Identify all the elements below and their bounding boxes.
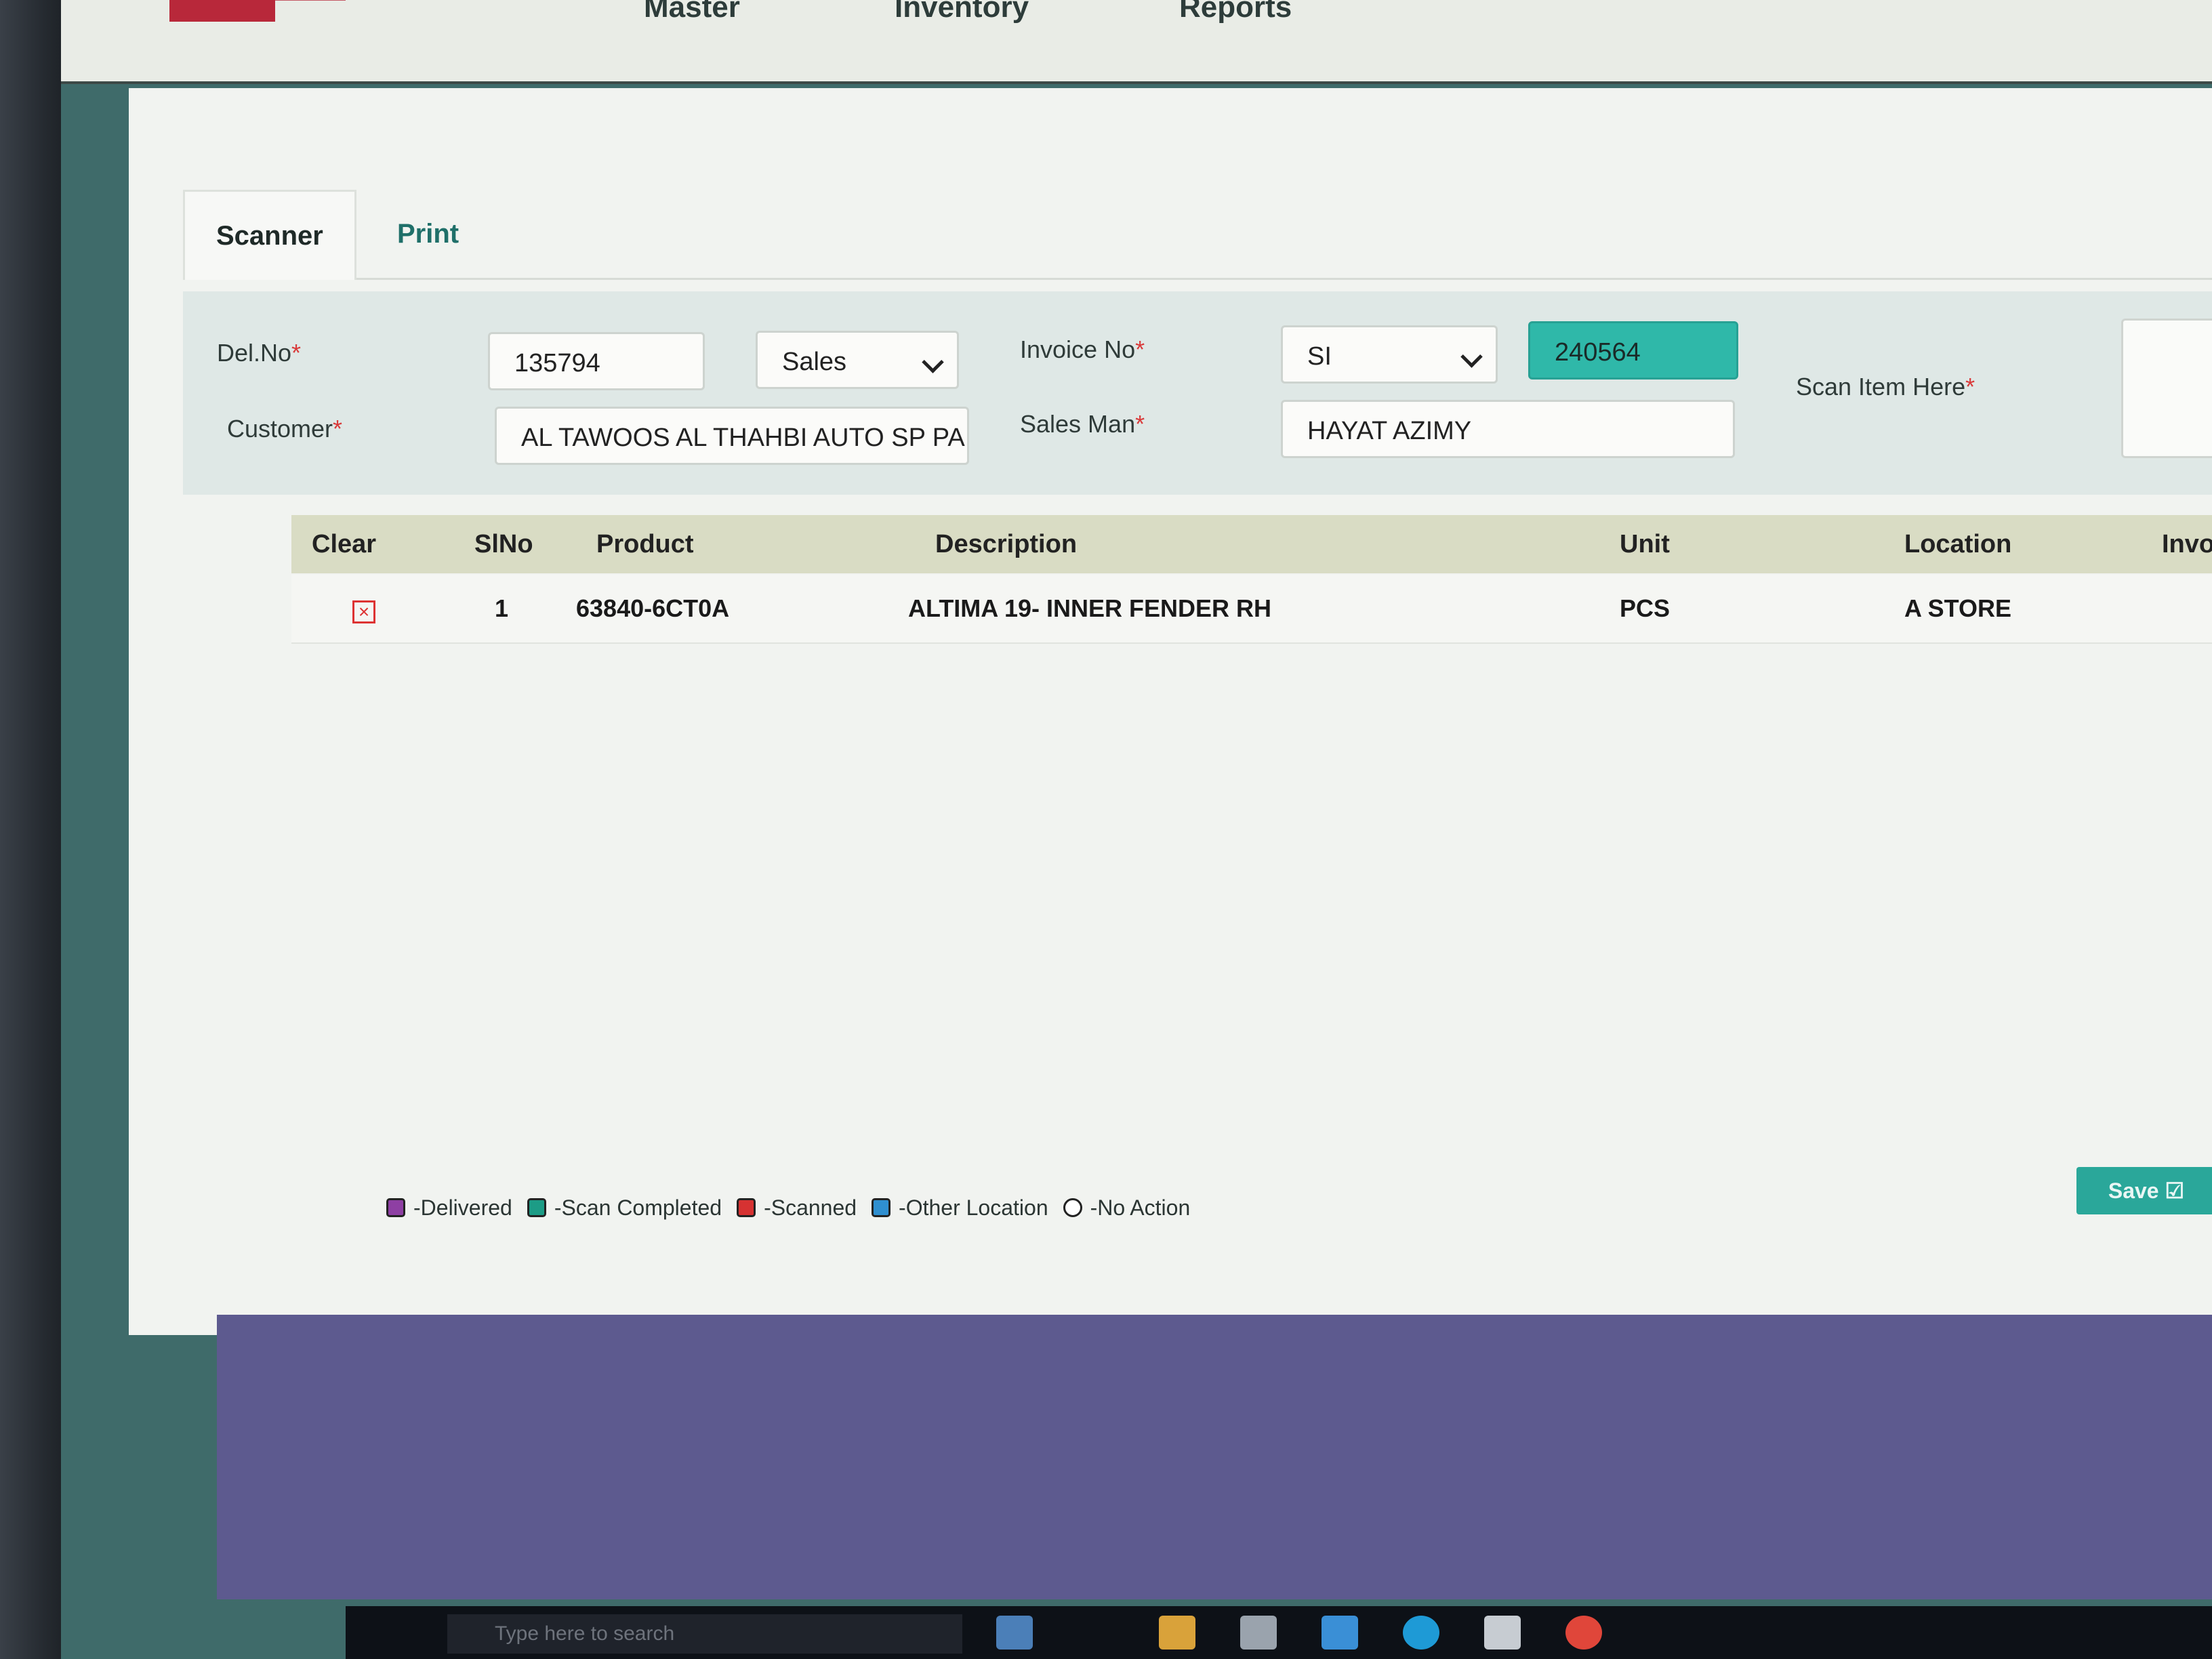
scan-item-label: Scan Item Here*: [1796, 373, 1975, 401]
cell-description: ALTIMA 19- INNER FENDER RH: [908, 594, 1272, 622]
legend-scanned: -Scanned: [764, 1195, 857, 1220]
no-action-swatch: [1063, 1198, 1082, 1217]
salesman-label: Sales Man*: [1020, 410, 1145, 438]
customer-label-text: Customer: [227, 415, 333, 443]
status-legend: -Delivered -Scan Completed -Scanned -Oth…: [380, 1187, 1190, 1228]
save-button-label: Save: [2108, 1179, 2159, 1203]
del-no-label-text: Del.No: [217, 339, 292, 367]
cell-slno: 1: [495, 594, 509, 622]
cell-unit: PCS: [1620, 594, 1671, 622]
grid-header: Clear SlNo Product Description Unit Loca…: [291, 515, 2212, 573]
scan-item-label-text: Scan Item Here: [1796, 373, 1966, 401]
legend-other-location: -Other Location: [899, 1195, 1048, 1220]
delivered-swatch: [386, 1198, 405, 1217]
col-description: Description: [935, 530, 1078, 558]
nav-inventory[interactable]: Inventory: [895, 0, 1029, 24]
legend-no-action: -No Action: [1090, 1195, 1191, 1220]
col-product: Product: [596, 530, 694, 558]
nav-master[interactable]: Master: [644, 0, 740, 24]
required-mark: *: [1135, 335, 1145, 363]
cell-location: A STORE: [1904, 594, 2012, 622]
cell-product: 63840-6CT0A: [576, 594, 730, 622]
col-location: Location: [1904, 530, 2012, 558]
table-row[interactable]: × 1 63840-6CT0A ALTIMA 19- INNER FENDER …: [291, 575, 2212, 644]
chrome-icon[interactable]: [1565, 1616, 1602, 1650]
salesman-label-text: Sales Man: [1020, 410, 1136, 438]
col-unit: Unit: [1620, 530, 1670, 558]
customer-label: Customer*: [227, 415, 342, 443]
app-icon[interactable]: [1484, 1616, 1521, 1650]
invoice-no-field[interactable]: 240564: [1528, 321, 1738, 380]
mail-icon[interactable]: [1322, 1616, 1358, 1650]
scan-completed-swatch: [527, 1198, 546, 1217]
type-select[interactable]: Sales: [756, 331, 959, 389]
edge-icon[interactable]: [1403, 1616, 1439, 1650]
save-button[interactable]: Save ☑: [2076, 1167, 2212, 1214]
widgets-icon[interactable]: [996, 1616, 1033, 1650]
invoice-prefix-select[interactable]: SI: [1281, 325, 1498, 384]
file-explorer-icon[interactable]: [1159, 1616, 1195, 1650]
other-location-swatch: [872, 1198, 891, 1217]
nav-reports[interactable]: Reports: [1179, 0, 1292, 24]
customer-field[interactable]: AL TAWOOS AL THAHBI AUTO SP PA: [495, 407, 969, 465]
legend-scan-completed: -Scan Completed: [554, 1195, 722, 1220]
required-mark: *: [1135, 410, 1145, 438]
store-icon[interactable]: [1240, 1616, 1277, 1650]
col-clear: Clear: [312, 530, 377, 558]
top-navbar: Master Inventory Reports: [61, 0, 2212, 84]
clear-row-icon[interactable]: ×: [352, 600, 375, 623]
taskbar-search[interactable]: Type here to search: [447, 1614, 962, 1654]
windows-taskbar: Type here to search: [346, 1606, 2212, 1659]
invoice-no-label: Invoice No*: [1020, 335, 1145, 364]
col-slno: SlNo: [474, 530, 533, 558]
legend-delivered: -Delivered: [413, 1195, 512, 1220]
invoice-no-label-text: Invoice No: [1020, 335, 1136, 363]
screen: Master Inventory Reports Scanner Print D…: [61, 0, 2212, 1659]
scan-item-input[interactable]: [2121, 319, 2212, 458]
save-icon: ☑: [2165, 1179, 2185, 1203]
del-no-label: Del.No*: [217, 339, 301, 367]
page-background: [217, 1315, 2212, 1599]
app-logo: [169, 0, 346, 22]
required-mark: *: [291, 339, 302, 367]
salesman-field[interactable]: HAYAT AZIMY: [1281, 400, 1735, 458]
col-invoice-qty: Invoice Q: [2162, 530, 2212, 558]
tab-scanner[interactable]: Scanner: [183, 190, 356, 280]
tab-print[interactable]: Print: [366, 190, 490, 278]
tab-bar: Scanner Print: [183, 190, 2212, 280]
required-mark: *: [333, 415, 343, 443]
scanned-swatch: [737, 1198, 756, 1217]
required-mark: *: [1965, 373, 1975, 401]
del-no-field[interactable]: 135794: [488, 332, 705, 390]
